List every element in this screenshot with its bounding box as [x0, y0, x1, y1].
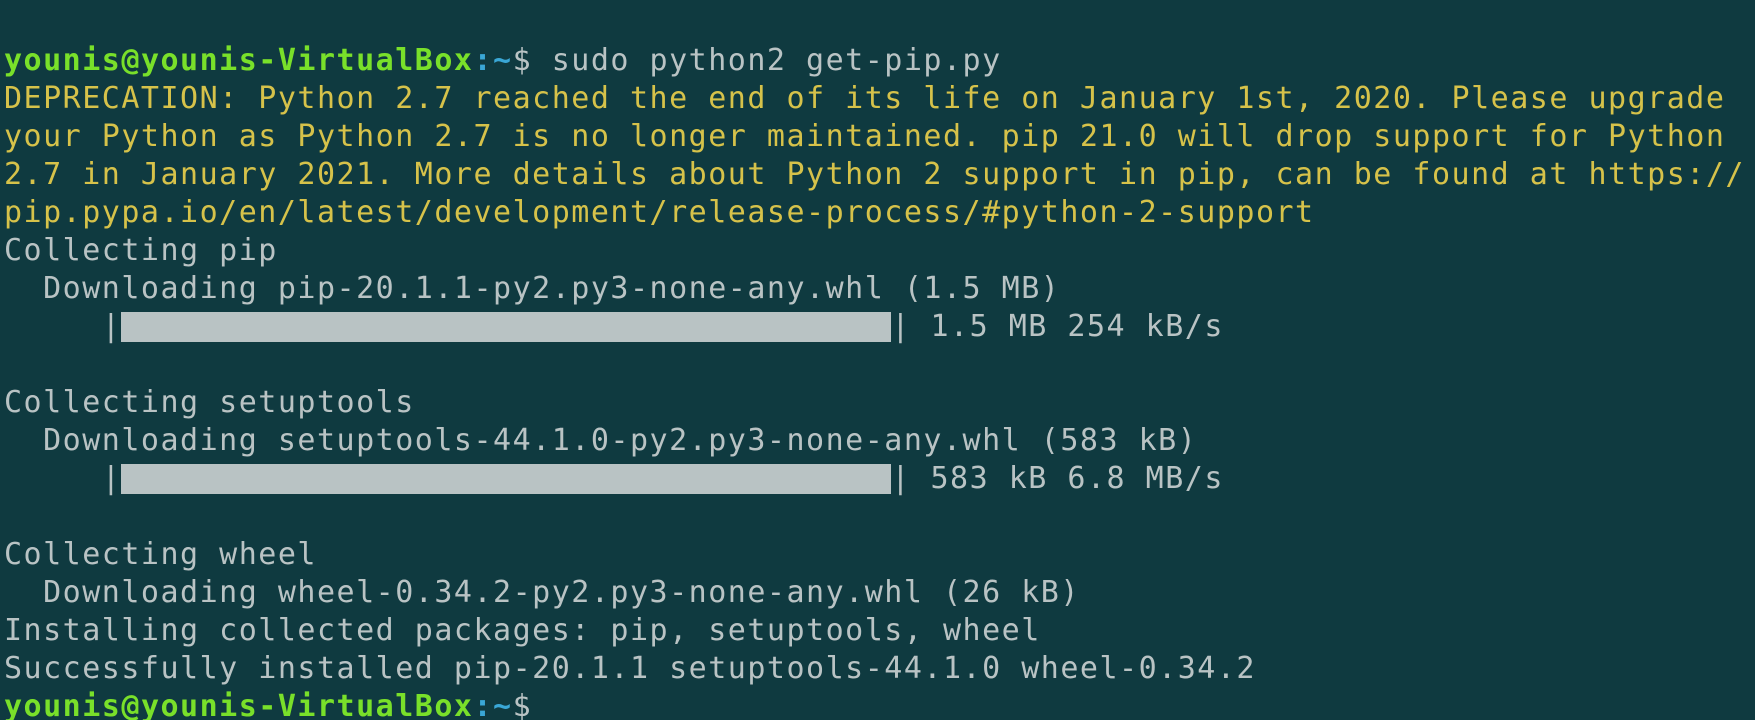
progress-fill-setuptools: [121, 464, 891, 494]
prompt-line-2: younis@younis-VirtualBox:~$: [4, 689, 532, 720]
line-collecting-setuptools: Collecting setuptools: [4, 385, 415, 420]
prompt-line-1: younis@younis-VirtualBox:~$ sudo python2…: [4, 43, 1002, 78]
command-text: sudo python2 get-pip.py: [552, 43, 1002, 78]
progress-fill-pip: [121, 312, 891, 342]
line-installing: Installing collected packages: pip, setu…: [4, 613, 1041, 648]
line-downloading-setuptools: Downloading setuptools-44.1.0-py2.py3-no…: [4, 423, 1197, 458]
progress-pipe-right: |: [891, 460, 911, 498]
progress-pipe-right: |: [891, 308, 911, 346]
deprecation-warning: DEPRECATION: Python 2.7 reached the end …: [4, 81, 1745, 230]
line-collecting-pip: Collecting pip: [4, 233, 278, 268]
prompt-user: younis: [4, 43, 121, 78]
prompt-path: ~: [493, 689, 513, 720]
progress-stats-setuptools: 583 kB 6.8 MB/s: [911, 460, 1224, 498]
prompt-at: @: [121, 43, 141, 78]
prompt-host: younis-VirtualBox: [141, 689, 474, 720]
progress-indent: [4, 308, 102, 346]
prompt-path: ~: [493, 43, 513, 78]
prompt-host: younis-VirtualBox: [141, 43, 474, 78]
line-collecting-wheel: Collecting wheel: [4, 537, 317, 572]
prompt-colon: :: [473, 43, 493, 78]
prompt-at: @: [121, 689, 141, 720]
line-downloading-pip: Downloading pip-20.1.1-py2.py3-none-any.…: [4, 271, 1060, 306]
terminal-output[interactable]: younis@younis-VirtualBox:~$ sudo python2…: [0, 0, 1755, 720]
prompt-colon: :: [473, 689, 493, 720]
prompt-dollar: $: [513, 689, 533, 720]
prompt-user: younis: [4, 689, 121, 720]
progress-pipe-left: |: [102, 460, 122, 498]
prompt-dollar: $: [513, 43, 552, 78]
progress-pip: | | 1.5 MB 254 kB/s: [4, 308, 1751, 346]
progress-setuptools: | | 583 kB 6.8 MB/s: [4, 460, 1751, 498]
progress-pipe-left: |: [102, 308, 122, 346]
line-downloading-wheel: Downloading wheel-0.34.2-py2.py3-none-an…: [4, 575, 1080, 610]
progress-stats-pip: 1.5 MB 254 kB/s: [911, 308, 1224, 346]
progress-indent: [4, 460, 102, 498]
line-success: Successfully installed pip-20.1.1 setupt…: [4, 651, 1256, 686]
